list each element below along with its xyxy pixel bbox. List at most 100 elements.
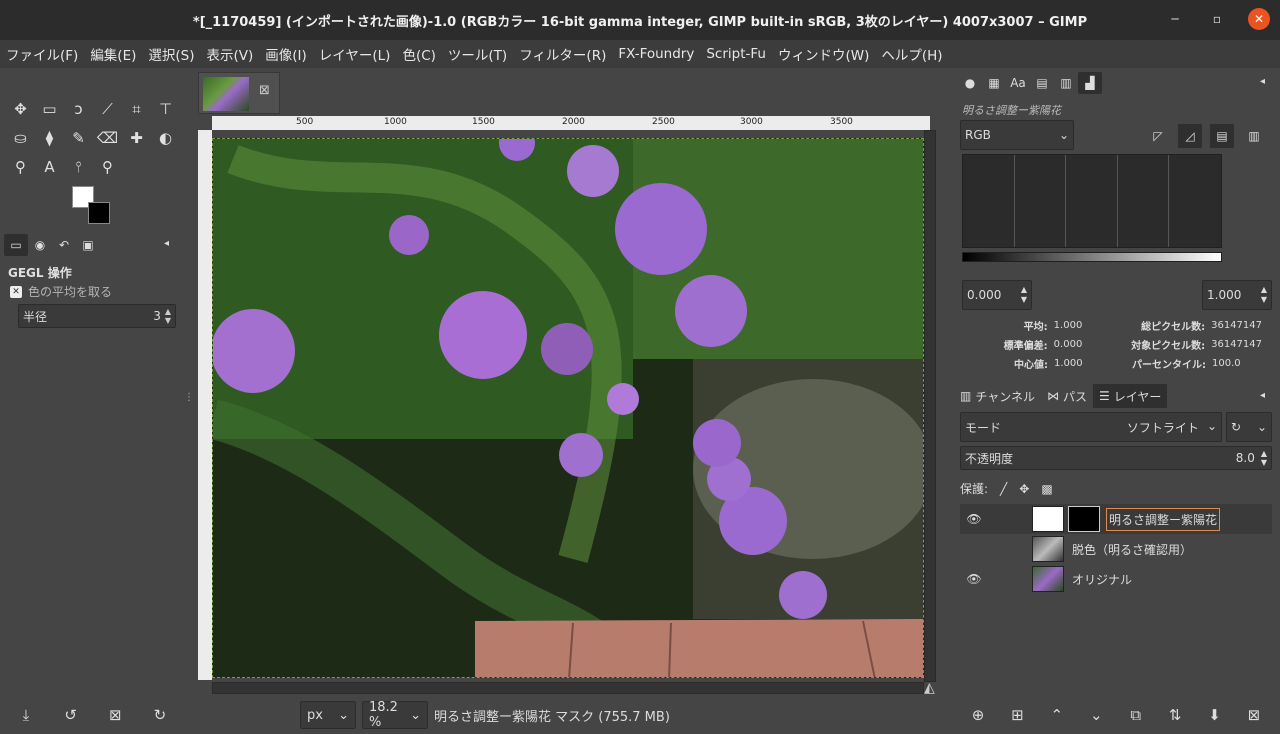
crop-icon[interactable]: ⌗	[122, 98, 151, 120]
ruler-tick: 1500	[472, 117, 495, 127]
menu-select[interactable]: 選択(S)	[148, 44, 194, 64]
brushes-tab-icon[interactable]: ●	[958, 72, 982, 94]
smudge-icon[interactable]: ◐	[151, 127, 180, 149]
layer-row[interactable]: 👁 明るさ調整ー紫陽花	[960, 504, 1272, 534]
document-tab-icon[interactable]: ▥	[1054, 72, 1078, 94]
brush-icon[interactable]: ✎	[64, 127, 93, 149]
menu-view[interactable]: 表示(V)	[207, 44, 254, 64]
layers-icon: ☰	[1099, 389, 1110, 403]
eraser-icon[interactable]: ⌫	[93, 127, 122, 149]
log-hist-icon[interactable]: ▥	[1242, 124, 1266, 148]
fonts-tab-icon[interactable]: Aa	[1006, 72, 1030, 94]
close-operation-icon[interactable]: ✕	[10, 285, 22, 298]
zoom-select[interactable]: 18.2 % ⌄	[362, 700, 428, 730]
undo-history-tab-icon[interactable]: ↶	[52, 234, 76, 256]
panel-menu-icon[interactable]: ◂	[1260, 76, 1265, 87]
composite-select[interactable]: ↻ ⌄	[1226, 412, 1272, 442]
tab-paths[interactable]: ⋈ パス	[1041, 388, 1093, 405]
maximize-button[interactable]: ▫	[1206, 8, 1228, 30]
transform-icon[interactable]: ⊤	[151, 98, 180, 120]
menu-tools[interactable]: ツール(T)	[448, 44, 507, 64]
zoom-icon[interactable]: ⚲	[93, 156, 122, 178]
lasso-icon[interactable]: ↄ	[64, 98, 93, 120]
reset-options-icon[interactable]: ↻	[148, 706, 172, 724]
images-tab-icon[interactable]: ▤	[1030, 72, 1054, 94]
patterns-tab-icon[interactable]: ▦	[982, 72, 1006, 94]
minimize-button[interactable]: ─	[1164, 8, 1186, 30]
lock-alpha-icon[interactable]: ▩	[1041, 482, 1052, 496]
delete-layer-icon[interactable]: ⊠	[1242, 706, 1266, 724]
menu-edit[interactable]: 編集(E)	[90, 44, 136, 64]
new-group-icon[interactable]: ⊞	[1005, 706, 1029, 724]
tool-options-tab-icon[interactable]: ▭	[4, 234, 28, 256]
panel-menu-icon[interactable]: ◂	[164, 238, 169, 249]
menu-script-fu[interactable]: Script-Fu	[706, 46, 766, 62]
menu-file[interactable]: ファイル(F)	[6, 44, 78, 64]
panel-menu-icon[interactable]: ◂	[1260, 390, 1265, 401]
delete-options-icon[interactable]: ⊠	[103, 706, 127, 724]
color-picker-icon[interactable]: ⫯	[64, 156, 93, 178]
layer-row[interactable]: 👁 オリジナル	[960, 564, 1272, 594]
eye-icon[interactable]: 👁	[960, 512, 988, 526]
image-canvas[interactable]	[212, 138, 924, 678]
device-status-tab-icon[interactable]: ◉	[28, 234, 52, 256]
save-options-icon[interactable]: ⤓	[14, 706, 38, 724]
menu-color[interactable]: 色(C)	[402, 44, 435, 64]
histogram-tab-icon[interactable]: ▟	[1078, 72, 1102, 94]
menu-image[interactable]: 画像(I)	[265, 44, 307, 64]
close-image-tab-icon[interactable]: ⊠	[259, 83, 270, 98]
navigate-icon[interactable]: ◭	[924, 680, 935, 696]
stats-row: 平均: 1.000 総ピクセル数: 36147147	[962, 316, 1262, 335]
linear-hist-icon[interactable]: ▤	[1210, 124, 1234, 148]
radius-field[interactable]: 半径 3 ▲ ▼	[18, 304, 176, 328]
bucket-fill-icon[interactable]: ⛀	[6, 127, 35, 149]
menu-windows[interactable]: ウィンドウ(W)	[778, 44, 869, 64]
unit-select[interactable]: px ⌄	[300, 701, 356, 729]
paint-icon[interactable]: ⧫	[35, 127, 64, 149]
vertical-scrollbar[interactable]	[924, 130, 936, 682]
spinner-icon[interactable]: ▲ ▼	[1261, 449, 1267, 467]
raise-layer-icon[interactable]: ⌃	[1045, 706, 1069, 724]
mode-select[interactable]: モード ソフトライト ⌄	[960, 412, 1222, 442]
lock-pixels-icon[interactable]: ╱	[1000, 482, 1007, 496]
image-tab[interactable]: ⊠	[198, 72, 280, 114]
move-tool-icon[interactable]: ✥	[6, 98, 35, 120]
text-icon[interactable]: A	[35, 156, 64, 178]
fuzzy-select-icon[interactable]: ⟋	[93, 98, 122, 120]
zoom-value: 18.2 %	[369, 700, 398, 730]
add-mask-icon[interactable]: ⬇	[1203, 706, 1227, 724]
log-scale-icon[interactable]: ◿	[1178, 124, 1202, 148]
composite-icon: ↻	[1231, 420, 1242, 434]
spinner-icon[interactable]: ▲ ▼	[1261, 285, 1267, 305]
eye-icon[interactable]: 👁	[960, 572, 988, 586]
duplicate-layer-icon[interactable]: ⧉	[1124, 706, 1148, 724]
paths-icon[interactable]: ⚲	[6, 156, 35, 178]
spinner-icon[interactable]: ▲ ▼	[165, 307, 171, 325]
heal-icon[interactable]: ✚	[122, 127, 151, 149]
linear-scale-icon[interactable]: ◸	[1146, 124, 1170, 148]
menu-help[interactable]: ヘルプ(H)	[881, 44, 942, 64]
lower-layer-icon[interactable]: ⌄	[1084, 706, 1108, 724]
spinner-icon[interactable]: ▲ ▼	[1021, 285, 1027, 305]
close-button[interactable]: ✕	[1248, 8, 1270, 30]
images-tab-icon[interactable]: ▣	[76, 234, 100, 256]
tab-channels[interactable]: ▥ チャンネル	[954, 388, 1041, 405]
lock-position-icon[interactable]: ✥	[1019, 482, 1029, 496]
horizontal-scrollbar[interactable]	[212, 682, 924, 694]
right-dock: ● ▦ Aa ▤ ▥ ▟ ◂ 明るさ調整ー紫陽花 RGB ⌄ ◸ ◿ ▤ ▥ 0…	[950, 68, 1280, 734]
menu-layer[interactable]: レイヤー(L)	[319, 44, 391, 64]
range-min-field[interactable]: 0.000 ▲ ▼	[962, 280, 1032, 310]
opacity-field[interactable]: 不透明度 8.0 ▲ ▼	[960, 446, 1272, 470]
left-bottom-toolbar: ⤓ ↺ ⊠ ↻	[14, 704, 172, 726]
layer-row[interactable]: 脱色（明るさ確認用）	[960, 534, 1272, 564]
rect-select-icon[interactable]: ▭	[35, 98, 64, 120]
channel-select[interactable]: RGB ⌄	[960, 120, 1074, 150]
menu-filters[interactable]: フィルター(R)	[519, 44, 606, 64]
tab-layers[interactable]: ☰ レイヤー	[1093, 384, 1168, 408]
range-max-field[interactable]: 1.000 ▲ ▼	[1202, 280, 1272, 310]
menu-fx-foundry[interactable]: FX-Foundry	[618, 46, 694, 62]
background-color[interactable]	[88, 202, 110, 224]
restore-options-icon[interactable]: ↺	[59, 706, 83, 724]
new-layer-icon[interactable]: ⊕	[966, 706, 990, 724]
anchor-layer-icon[interactable]: ⇅	[1163, 706, 1187, 724]
